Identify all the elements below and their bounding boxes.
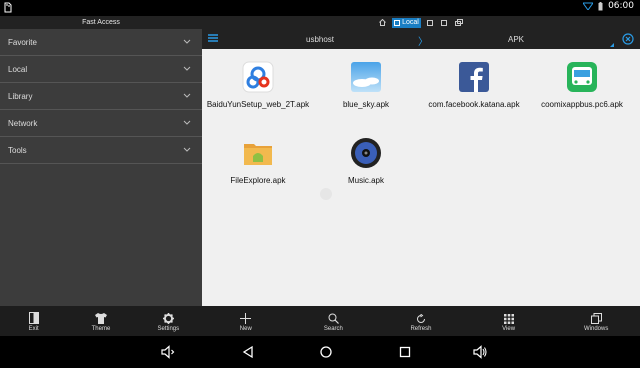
bus-icon [567, 62, 597, 92]
search-icon [328, 313, 339, 324]
refresh-button[interactable]: Refresh [381, 311, 461, 332]
drawer-item-label: Tools [8, 145, 27, 155]
refresh-label: Refresh [410, 325, 432, 332]
path-bar: usbhost 〉 APK [202, 29, 640, 49]
windows-icon [590, 312, 602, 324]
clock: 06:00 [608, 1, 634, 11]
window-icon [440, 19, 447, 26]
file-browser-panel: Local usbhost 〉 APK BaiduYunSetup_web_2T… [202, 16, 640, 336]
chevron-down-icon [183, 66, 191, 71]
tab-local[interactable]: Local [392, 17, 421, 28]
grid-icon [503, 313, 514, 324]
view-button[interactable]: View [469, 311, 549, 332]
window-icon [426, 19, 433, 26]
file-item[interactable]: Music.apk [312, 137, 420, 186]
drawer-item-tools[interactable]: Tools [0, 137, 202, 164]
file-name: coomixappbus.pc6.apk [541, 100, 623, 109]
facebook-icon [459, 62, 489, 92]
drawer-title: Fast Access [0, 16, 202, 29]
corner-triangle-icon [610, 43, 614, 47]
tab-multi-window[interactable] [453, 18, 465, 28]
local-icon [394, 19, 401, 26]
window-tabs: Local [202, 16, 640, 29]
exit-icon [28, 311, 39, 324]
battery-icon [598, 1, 603, 10]
fast-access-drawer: Fast Access Favorite Local Library Netwo… [0, 16, 202, 336]
search-label: Search [323, 325, 343, 332]
theme-button[interactable]: Theme [71, 311, 131, 332]
screen: 06:00 Fast Access Favorite Local Library… [0, 0, 640, 368]
file-item[interactable]: FileExplore.apk [204, 137, 312, 186]
breadcrumb-separator: 〉 [418, 37, 428, 48]
baidu-yun-icon [242, 61, 274, 93]
chevron-down-icon [183, 147, 191, 152]
home-icon [379, 19, 386, 26]
android-folder-icon [244, 144, 272, 165]
exit-button[interactable]: Exit [4, 311, 64, 332]
file-item[interactable]: com.facebook.katana.apk [420, 61, 528, 110]
tab-window-1[interactable] [425, 18, 435, 28]
settings-label: Settings [157, 325, 180, 332]
recent-apps-icon[interactable] [398, 345, 412, 359]
file-item[interactable]: coomixappbus.pc6.apk [528, 61, 636, 110]
breadcrumb-apk[interactable]: APK [508, 35, 524, 44]
view-label: View [502, 325, 516, 332]
new-button[interactable]: New [206, 311, 286, 332]
settings-button[interactable]: Settings [138, 311, 198, 332]
gear-icon [162, 312, 174, 324]
drawer-item-label: Local [8, 64, 28, 74]
file-name: com.facebook.katana.apk [428, 100, 520, 109]
search-button[interactable]: Search [293, 311, 373, 332]
shirt-icon [94, 312, 107, 324]
file-item[interactable]: BaiduYunSetup_web_2T.apk [204, 61, 312, 110]
file-name: FileExplore.apk [230, 176, 286, 185]
volume-down-icon[interactable] [161, 345, 175, 359]
sd-card-icon [4, 2, 12, 13]
drawer-item-network[interactable]: Network [0, 110, 202, 137]
loading-indicator [320, 188, 332, 200]
tab-window-2[interactable] [439, 18, 449, 28]
drawer-item-label: Network [8, 118, 38, 128]
new-label: New [239, 325, 252, 332]
breadcrumb-usbhost[interactable]: usbhost [306, 35, 334, 44]
windows-label: Windows [584, 325, 609, 332]
drawer-bottom-bar: Exit Theme Settings [0, 306, 202, 336]
chevron-down-icon [183, 120, 191, 125]
tab-home[interactable] [377, 18, 388, 28]
theme-label: Theme [91, 325, 111, 332]
file-name: BaiduYunSetup_web_2T.apk [206, 100, 310, 109]
file-grid: BaiduYunSetup_web_2T.apk blue_sky.apk co [202, 49, 640, 306]
chevron-down-icon [183, 39, 191, 44]
plus-icon [240, 312, 252, 324]
windows-button[interactable]: Windows [556, 311, 636, 332]
back-icon[interactable] [241, 345, 255, 359]
close-icon[interactable] [622, 33, 634, 45]
drawer-item-label: Library [8, 91, 33, 101]
music-icon [351, 138, 381, 168]
navigation-bar [0, 336, 640, 368]
volume-up-icon[interactable] [473, 345, 487, 359]
refresh-icon [417, 313, 425, 323]
drawer-item-library[interactable]: Library [0, 83, 202, 110]
multi-window-icon [454, 19, 463, 26]
home-button-icon[interactable] [319, 345, 333, 359]
drawer-item-local[interactable]: Local [0, 56, 202, 83]
menu-icon[interactable] [208, 33, 218, 43]
tab-local-label: Local [402, 19, 419, 26]
chevron-down-icon [183, 93, 191, 98]
file-item[interactable]: blue_sky.apk [312, 61, 420, 110]
exit-label: Exit [28, 325, 39, 332]
file-name: Music.apk [347, 176, 384, 185]
wifi-icon [583, 2, 594, 10]
file-name: blue_sky.apk [342, 100, 390, 109]
blue-sky-icon [351, 62, 381, 92]
main-toolbar: New Search Refresh View Windows [202, 306, 640, 336]
drawer-item-label: Favorite [8, 37, 37, 47]
drawer-item-favorite[interactable]: Favorite [0, 29, 202, 56]
status-bar: 06:00 [0, 0, 640, 16]
